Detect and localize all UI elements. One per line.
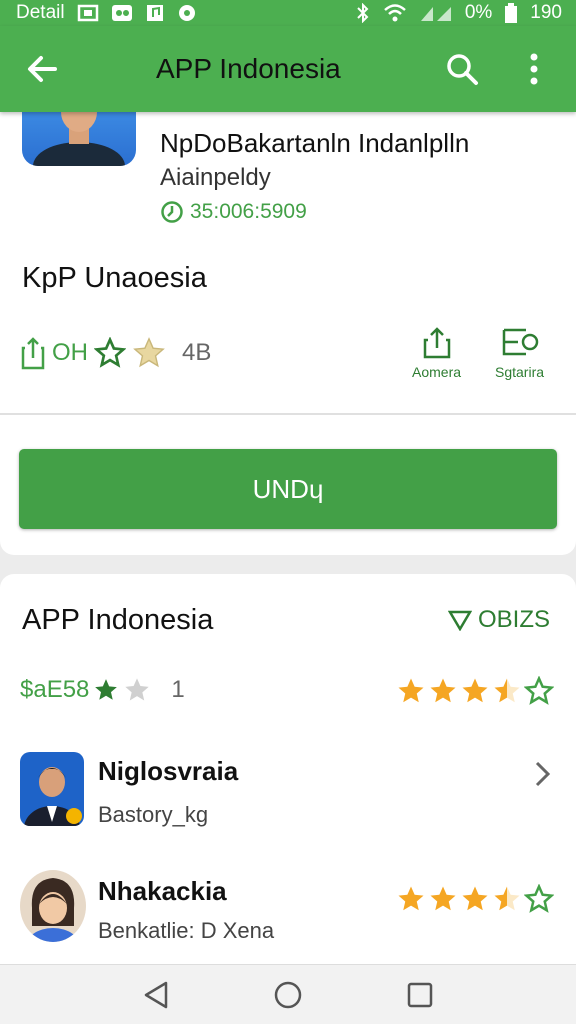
- overflow-menu-button[interactable]: [510, 45, 558, 93]
- rating-count: 1: [171, 676, 185, 703]
- app-bar: APP Indonesia: [0, 26, 576, 112]
- list-item-title: Nhakackia: [98, 876, 227, 906]
- star-icon: [398, 886, 424, 911]
- app-detail-card: NpDoBakartanln Indanlplln Aiainpeldy 35:…: [0, 100, 576, 555]
- app-meta-text: 35:006:5909: [190, 200, 307, 223]
- star-icon: [95, 679, 118, 700]
- share-action-button[interactable]: Aomera: [412, 326, 461, 380]
- battery-icon: [504, 3, 518, 23]
- star-icon: [462, 886, 488, 911]
- settings-action-button[interactable]: Sgtarira: [495, 326, 544, 380]
- star-outline-icon: [94, 337, 126, 368]
- status-bar: Detail 0% 190: [0, 0, 576, 26]
- list-item[interactable]: Nhakackia Benkatlie: D Xena: [0, 868, 576, 968]
- screenshot-icon: [77, 4, 99, 22]
- app-meta: 35:006:5909: [160, 200, 307, 224]
- avatar: [20, 752, 84, 826]
- list-item[interactable]: Niglosvraia Bastory_kg: [0, 746, 576, 846]
- list-item-title: Niglosvraia: [98, 756, 239, 786]
- app-heading: KpP Unaoesia: [22, 262, 207, 294]
- arrow-back-icon: [28, 56, 57, 82]
- section-rating-summary: $aE58 1: [20, 676, 185, 704]
- app-name: NpDoBakartanln Indanlplln: [160, 128, 470, 158]
- star-icon: [494, 678, 520, 703]
- nav-back-button[interactable]: [131, 970, 181, 1020]
- star-icon: [462, 678, 488, 703]
- chevron-right-icon: [535, 761, 551, 787]
- home-circle-icon: [274, 981, 302, 1008]
- back-button[interactable]: [18, 45, 66, 93]
- stats-label: OH: [52, 339, 88, 366]
- app-stats: OH 4B: [20, 336, 211, 370]
- sync-icon: [177, 3, 197, 23]
- page-title: APP Indonesia: [156, 53, 341, 84]
- more-vert-icon: [530, 53, 538, 85]
- star-icon: [133, 337, 165, 368]
- back-triangle-icon: [144, 981, 168, 1008]
- section-badge: OBIZS: [447, 606, 550, 634]
- nav-home-button[interactable]: [263, 970, 313, 1020]
- rating-label: $aE58: [20, 676, 90, 703]
- list-item-subtitle: Bastory_kg: [98, 802, 209, 827]
- search-button[interactable]: [438, 45, 486, 93]
- divider: [0, 413, 576, 415]
- star-icon: [430, 886, 456, 911]
- section-badge-text: OBIZS: [477, 606, 550, 633]
- section-star-rating: [396, 676, 554, 706]
- status-time: 190: [530, 2, 562, 23]
- system-nav-bar: [0, 964, 576, 1024]
- app-developer: Aiainpeldy: [160, 164, 271, 191]
- share-outline-icon: [21, 337, 45, 370]
- install-button[interactable]: UNDɥ: [19, 449, 557, 529]
- nav-recents-button[interactable]: [395, 970, 445, 1020]
- list-item-subtitle: Benkatlie: D Xena: [98, 918, 275, 943]
- search-icon: [447, 54, 478, 85]
- recents-square-icon: [407, 982, 433, 1007]
- wifi-icon: [383, 3, 407, 23]
- star-icon: [430, 678, 456, 703]
- battery-percent: 0%: [464, 2, 493, 23]
- star-icon: [494, 886, 520, 911]
- section-title: APP Indonesia: [22, 604, 214, 636]
- share-icon: [423, 327, 450, 359]
- settings-icon: [502, 328, 538, 356]
- settings-action-label: Sgtarira: [495, 364, 545, 380]
- star-icon: [125, 678, 150, 701]
- info-card: APP Indonesia OBIZS $aE58 1 Niglosvraia …: [0, 574, 576, 964]
- star-outline-icon: [524, 676, 554, 705]
- stats-count: 4B: [182, 339, 212, 366]
- clock-icon: [161, 201, 183, 223]
- music-icon: [145, 4, 165, 22]
- signal-icon: [419, 4, 453, 22]
- star-outline-icon: [524, 884, 554, 913]
- share-action-label: Aomera: [412, 364, 462, 380]
- status-left-text: Detail: [16, 2, 65, 23]
- avatar: [20, 870, 86, 942]
- notification-icon: [111, 4, 133, 22]
- filter-icon: [447, 610, 472, 631]
- list-item-star-rating: [396, 884, 554, 914]
- star-icon: [398, 678, 424, 703]
- bluetooth-icon: [355, 3, 371, 23]
